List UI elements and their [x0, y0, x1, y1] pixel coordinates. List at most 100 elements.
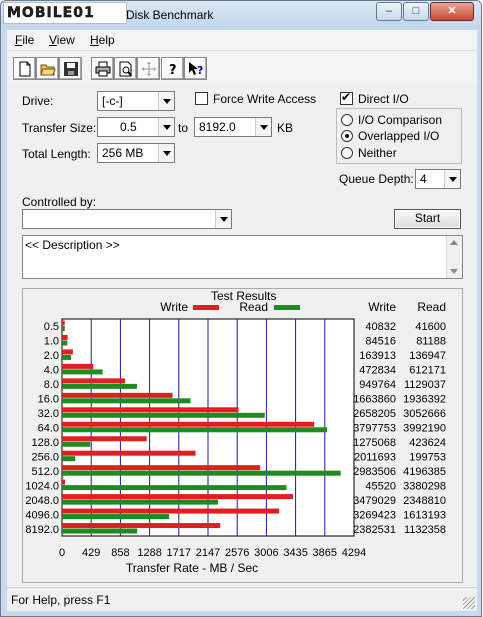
controlled-by-select[interactable]: [22, 209, 232, 229]
y-tick-label: 4.0: [44, 365, 59, 377]
menu-help[interactable]: Help: [90, 33, 115, 47]
new-icon: [19, 61, 31, 77]
scroll-up-icon[interactable]: [450, 240, 458, 245]
write-value: 472834: [359, 365, 396, 377]
overlapped-io-radio[interactable]: [341, 130, 353, 142]
main-panel: Drive: [-c-] Transfer Size: 0.5 to 8192.…: [7, 83, 477, 587]
transfer-size-from-select[interactable]: 0.5: [97, 117, 175, 137]
read-value: 1613193: [403, 509, 446, 521]
x-tick-label: 2576: [225, 547, 249, 559]
y-tick-label: 128.0: [31, 437, 59, 449]
move-icon: [142, 62, 156, 76]
context-help-button[interactable]: ?: [184, 57, 207, 80]
save-button[interactable]: [59, 57, 82, 80]
maximize-button[interactable]: □: [403, 2, 429, 21]
open-button[interactable]: [36, 57, 59, 80]
start-button[interactable]: Start: [394, 209, 461, 229]
x-tick-label: 0: [59, 547, 65, 559]
status-text: For Help, press F1: [11, 593, 111, 607]
read-bar: [62, 369, 103, 375]
force-write-access-label: Force Write Access: [213, 92, 317, 106]
title-bar[interactable]: MOBILE01 Disk Benchmark – □ ✕: [1, 1, 481, 29]
total-length-select[interactable]: 256 MB: [97, 143, 175, 163]
read-bar: [62, 427, 328, 433]
read-bar: [62, 354, 72, 360]
read-value: 1129037: [404, 379, 446, 391]
read-value: 199753: [409, 451, 446, 463]
read-bar: [62, 499, 218, 505]
read-value: 3052666: [403, 408, 446, 420]
x-tick-label: 858: [111, 547, 129, 559]
new-button[interactable]: [13, 57, 36, 80]
write-value: 949764: [359, 379, 396, 391]
read-bar: [62, 514, 170, 520]
read-bar: [62, 340, 68, 346]
read-bar: [62, 485, 287, 491]
help-button[interactable]: ?: [161, 57, 184, 80]
read-value: 136947: [409, 350, 446, 362]
write-value: 2382531: [353, 524, 396, 536]
logo: MOBILE01: [3, 2, 127, 24]
write-value: 3269423: [353, 509, 396, 521]
queue-depth-select[interactable]: 4: [415, 169, 461, 189]
y-tick-label: 0.5: [44, 321, 59, 333]
x-tick-label: 4294: [342, 547, 366, 559]
read-value: 81188: [416, 336, 446, 348]
y-tick-label: 32.0: [38, 408, 59, 420]
print-button[interactable]: [91, 57, 114, 80]
write-value: 3479029: [353, 495, 396, 507]
menu-file[interactable]: File: [15, 33, 34, 47]
description-scrollbar[interactable]: [446, 236, 462, 278]
write-bar: [62, 334, 68, 340]
drive-select[interactable]: [-c-]: [97, 91, 175, 111]
print-preview-button[interactable]: [114, 57, 137, 80]
overlapped-io-label: Overlapped I/O: [358, 129, 440, 143]
write-value: 40832: [365, 321, 396, 333]
transfer-size-to-select[interactable]: 8192.0: [194, 117, 272, 137]
chevron-down-icon: [255, 118, 271, 136]
force-write-access-checkbox[interactable]: [195, 92, 208, 105]
minimize-button[interactable]: –: [376, 2, 402, 21]
open-icon: [40, 64, 56, 76]
write-bar: [62, 523, 221, 529]
read-value: 1132358: [404, 524, 446, 536]
help-icon: ?: [169, 63, 177, 77]
scroll-down-icon[interactable]: [450, 269, 458, 274]
write-value: 2011693: [354, 451, 396, 463]
transfer-size-label: Transfer Size:: [22, 121, 97, 135]
svg-text:?: ?: [197, 64, 203, 77]
resize-grip[interactable]: [463, 597, 475, 609]
write-bar: [62, 421, 315, 427]
write-value: 163913: [359, 350, 396, 362]
io-comparison-radio[interactable]: [341, 114, 353, 126]
toolbar: ? ?: [7, 50, 477, 83]
context-help-icon: ?: [189, 62, 203, 77]
write-bar: [62, 320, 65, 326]
move-button[interactable]: [137, 57, 160, 80]
read-value: 3380298: [403, 480, 446, 492]
window-title: Disk Benchmark: [126, 8, 214, 22]
x-tick-label: 1288: [137, 547, 161, 559]
total-length-label: Total Length:: [22, 147, 91, 161]
write-bar: [62, 450, 196, 456]
direct-io-checkbox[interactable]: [340, 90, 353, 105]
read-bar: [62, 383, 137, 389]
legend-read-swatch: [274, 305, 300, 310]
write-bar: [62, 407, 239, 413]
queue-depth-label: Queue Depth:: [339, 172, 414, 186]
read-bar: [62, 398, 191, 404]
chevron-down-icon: [215, 210, 231, 228]
description-box[interactable]: << Description >>: [22, 235, 463, 279]
y-tick-label: 1.0: [44, 336, 59, 348]
menu-view[interactable]: View: [49, 33, 75, 47]
close-button[interactable]: ✕: [430, 2, 474, 21]
neither-radio[interactable]: [341, 147, 353, 159]
test-results-panel: Test Results Write Read Write Read 0.5 40832 4…: [22, 288, 463, 583]
y-tick-label: 1024.0: [25, 480, 59, 492]
read-value: 423624: [409, 437, 446, 449]
write-bar: [62, 465, 261, 471]
read-value: 4196385: [403, 466, 446, 478]
chevron-down-icon: [158, 118, 174, 136]
x-tick-label: 1717: [167, 547, 191, 559]
chevron-down-icon: [158, 144, 174, 162]
